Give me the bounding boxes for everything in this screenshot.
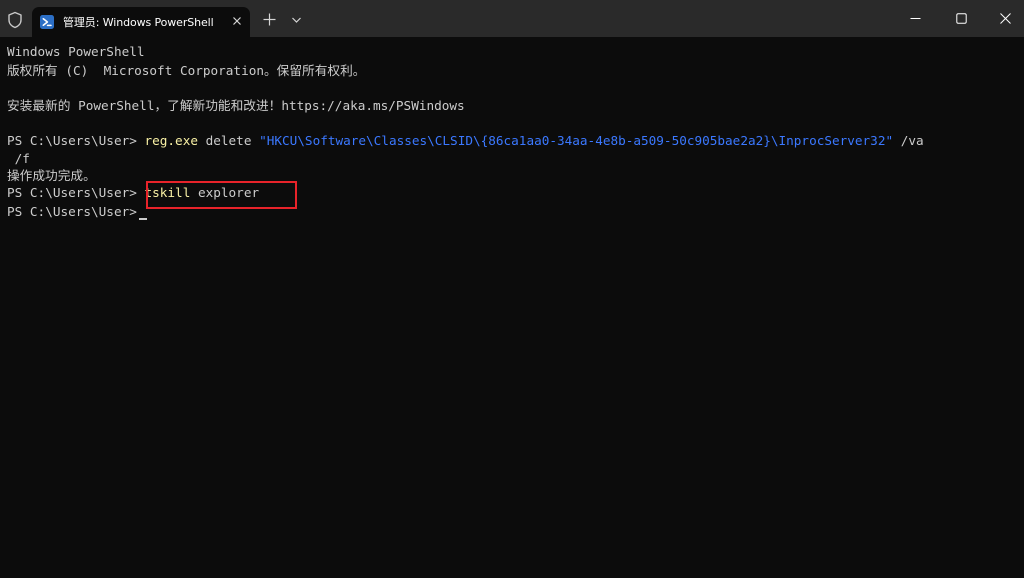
title-bar[interactable]: 管理员: Windows PowerShell: [0, 0, 1024, 37]
command-line-1: PS C:\Users\User> reg.exe delete "HKCU\S…: [7, 132, 924, 150]
tab-title: 管理员: Windows PowerShell: [63, 16, 214, 29]
current-prompt-line[interactable]: PS C:\Users\User>: [7, 203, 145, 221]
close-icon[interactable]: [231, 15, 243, 27]
command-args: delete: [197, 133, 260, 148]
command-line-1-wrap: /f: [7, 151, 30, 166]
registry-path: "HKCU\Software\Classes\CLSID\{86ca1aa0-3…: [259, 133, 894, 148]
prompt: PS C:\Users\User>: [7, 185, 145, 200]
maximize-icon: [956, 13, 967, 24]
command-flag: /va: [893, 133, 924, 148]
minimize-button[interactable]: [892, 0, 938, 37]
prompt: PS C:\Users\User>: [7, 204, 145, 219]
close-icon: [1000, 13, 1011, 24]
command-result: 操作成功完成。: [7, 168, 96, 183]
plus-icon[interactable]: [263, 13, 276, 26]
chevron-down-icon[interactable]: [291, 16, 302, 24]
maximize-button[interactable]: [938, 0, 984, 37]
banner-line-3: 安装最新的 PowerShell，了解新功能和改进！https://aka.ms…: [7, 98, 465, 113]
close-window-button[interactable]: [982, 0, 1024, 37]
prompt: PS C:\Users\User>: [7, 133, 145, 148]
banner-line-2: 版权所有 (C) Microsoft Corporation。保留所有权利。: [7, 63, 366, 78]
shield-icon: [8, 11, 22, 29]
minimize-icon: [910, 18, 921, 19]
terminal-window: 管理员: Windows PowerShell Windows PowerShe…: [0, 0, 1024, 578]
tab-powershell[interactable]: 管理员: Windows PowerShell: [32, 7, 250, 37]
text-cursor: [139, 218, 147, 220]
banner-line-1: Windows PowerShell: [7, 44, 145, 59]
powershell-icon: [40, 15, 54, 29]
highlight-box: [146, 181, 297, 209]
terminal-output[interactable]: Windows PowerShell 版权所有 (C) Microsoft Co…: [0, 37, 1024, 578]
command-name: reg.exe: [144, 133, 198, 148]
